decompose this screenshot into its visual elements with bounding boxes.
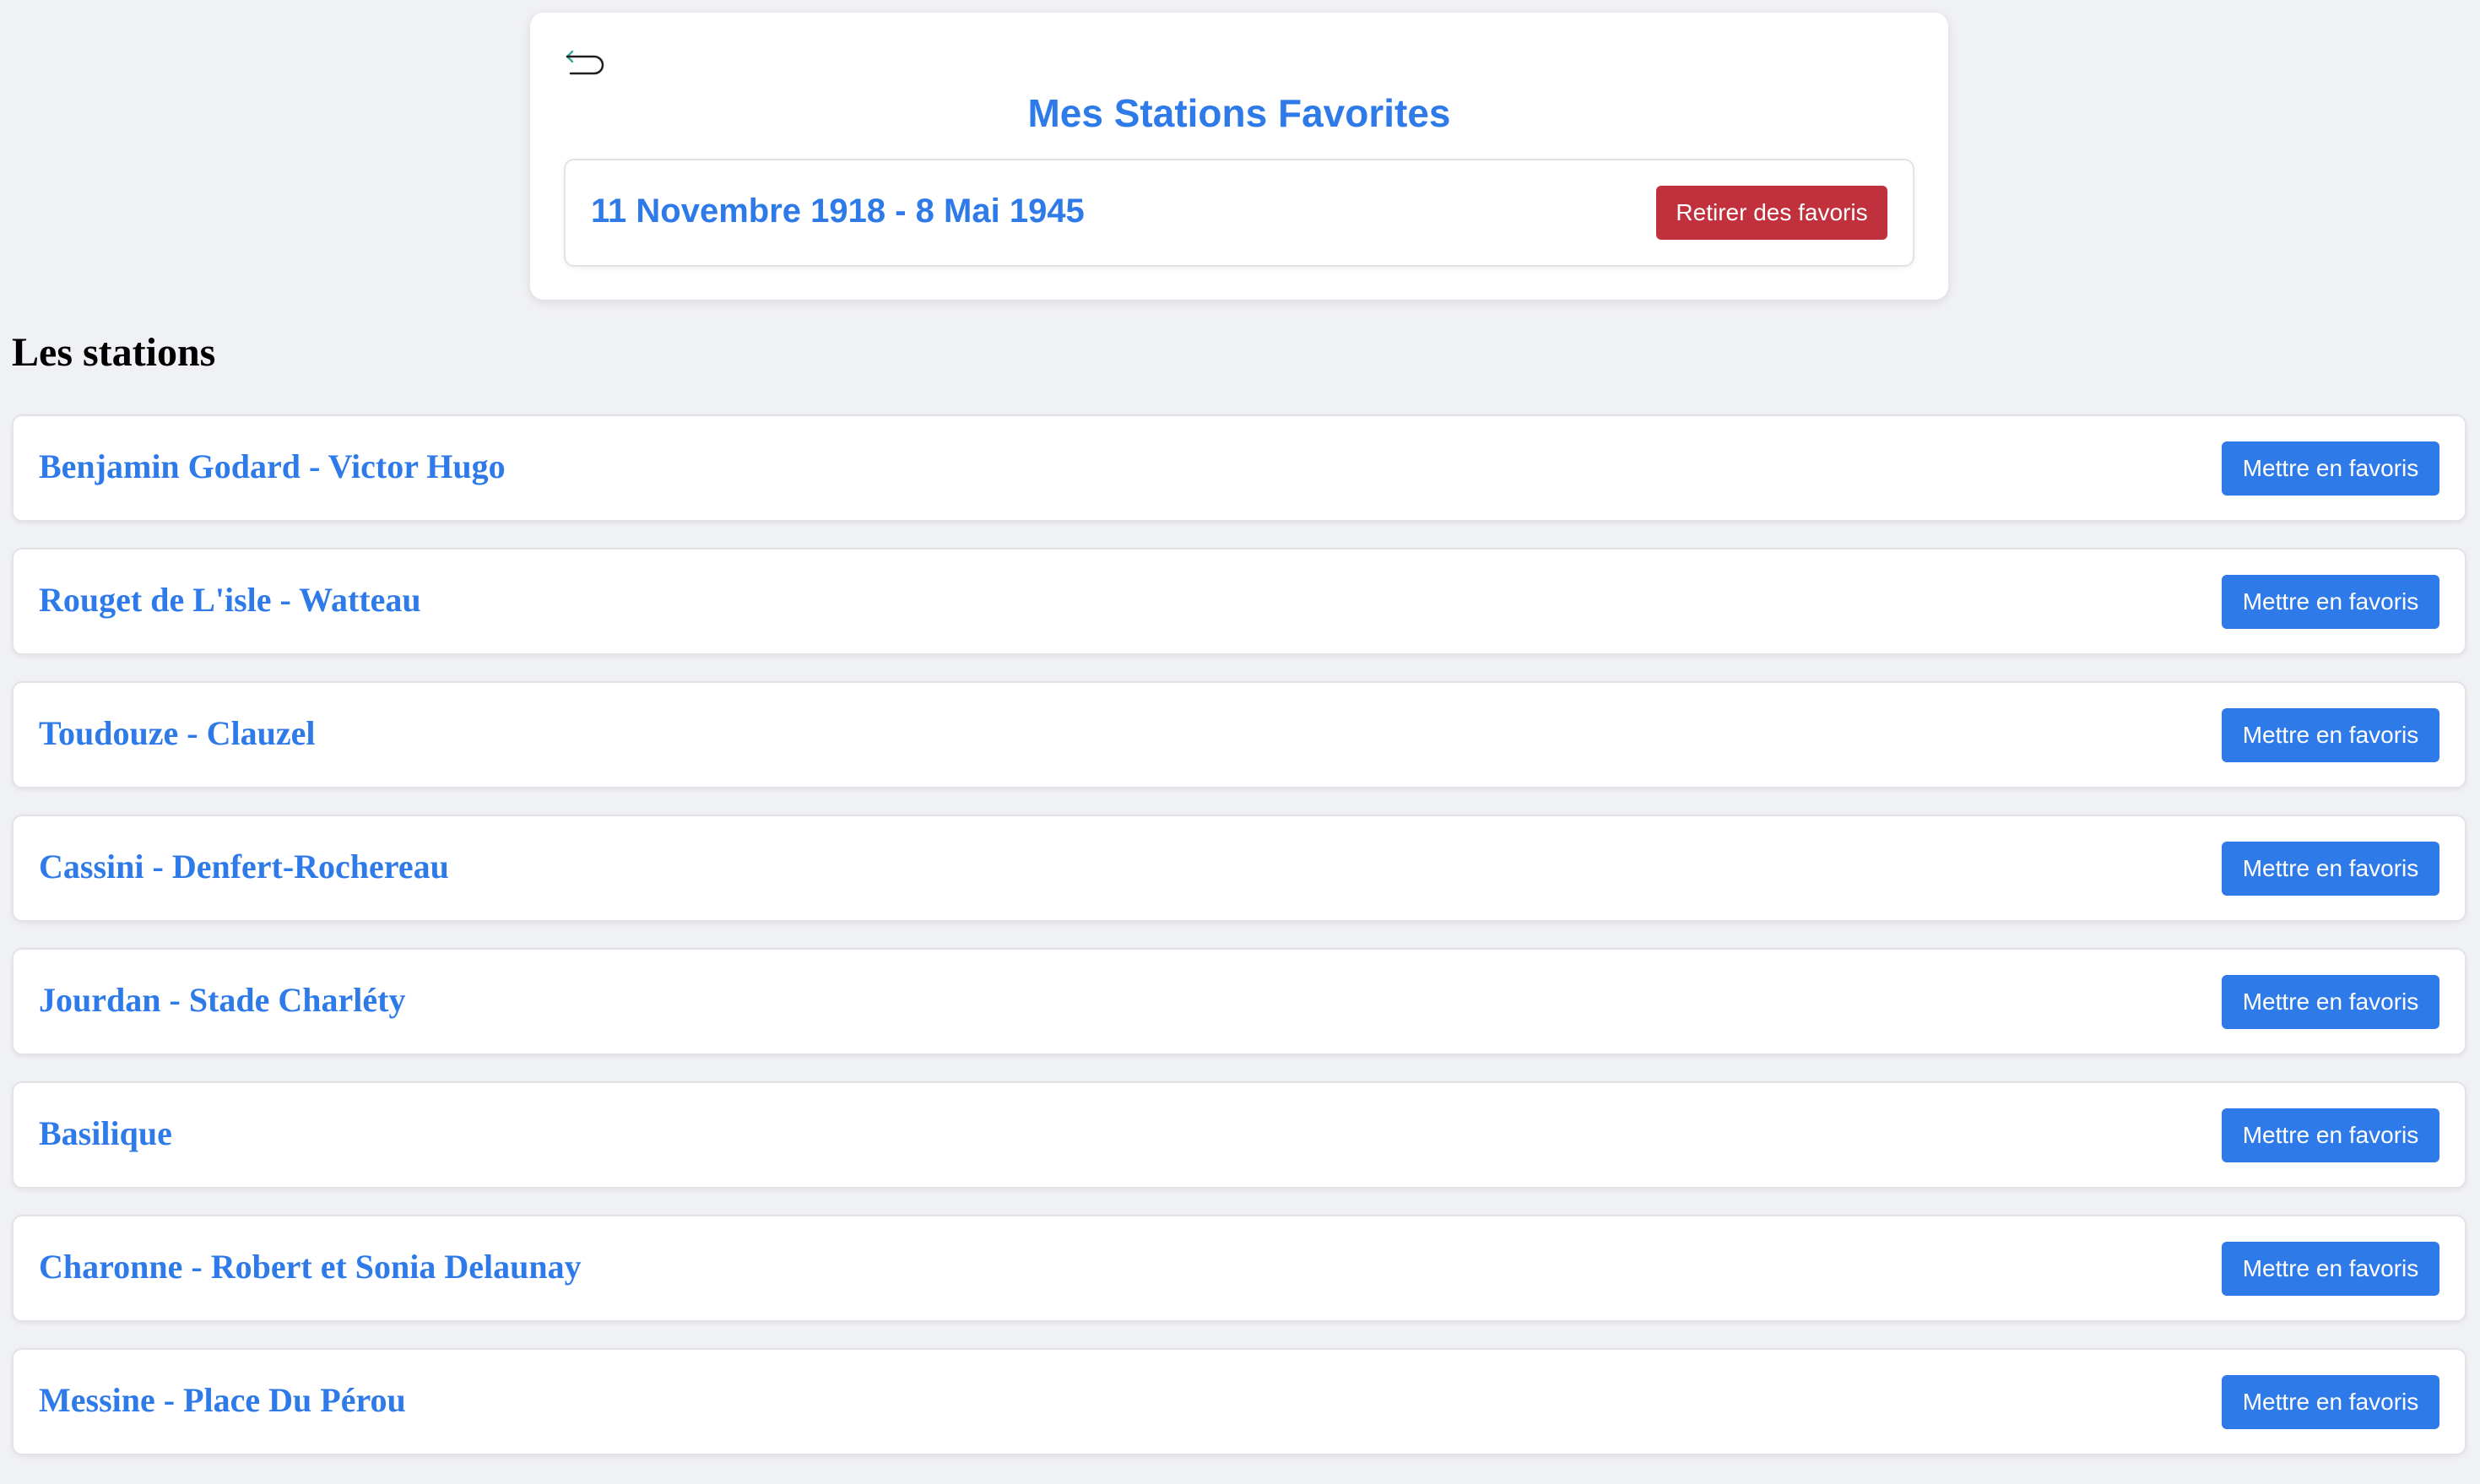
stations-section-title: Les stations [12, 330, 216, 375]
favorite-station-name: 11 Novembre 1918 - 8 Mai 1945 [591, 192, 1085, 230]
add-favorite-button[interactable]: Mettre en favoris [2222, 1242, 2439, 1296]
station-name: Basilique [39, 1114, 172, 1152]
station-card: Messine - Place Du Pérou Mettre en favor… [12, 1348, 2466, 1455]
station-name: Toudouze - Clauzel [39, 714, 316, 752]
station-card: Benjamin Godard - Victor Hugo Mettre en … [12, 414, 2466, 522]
add-favorite-button[interactable]: Mettre en favoris [2222, 975, 2439, 1029]
favorites-title: Mes Stations Favorites [1027, 91, 1451, 135]
station-card: Basilique Mettre en favoris [12, 1081, 2466, 1189]
station-card: Rouget de L'isle - Watteau Mettre en fav… [12, 548, 2466, 655]
station-name: Charonne - Robert et Sonia Delaunay [39, 1248, 582, 1286]
station-card: Jourdan - Stade Charléty Mettre en favor… [12, 948, 2466, 1055]
back-button[interactable] [564, 43, 611, 90]
favorites-panel: Mes Stations Favorites 11 Novembre 1918 … [530, 13, 1948, 300]
station-name: Cassini - Denfert-Rochereau [39, 848, 449, 886]
remove-favorite-button[interactable]: Retirer des favoris [1656, 186, 1887, 240]
station-list: Benjamin Godard - Victor Hugo Mettre en … [12, 414, 2466, 1481]
add-favorite-button[interactable]: Mettre en favoris [2222, 708, 2439, 762]
station-card: Cassini - Denfert-Rochereau Mettre en fa… [12, 815, 2466, 922]
station-card: Toudouze - Clauzel Mettre en favoris [12, 681, 2466, 788]
station-name: Benjamin Godard - Victor Hugo [39, 447, 506, 485]
add-favorite-button[interactable]: Mettre en favoris [2222, 441, 2439, 496]
station-name: Messine - Place Du Pérou [39, 1381, 406, 1419]
station-card: Charonne - Robert et Sonia Delaunay Mett… [12, 1215, 2466, 1322]
back-arrow-icon [564, 43, 611, 90]
add-favorite-button[interactable]: Mettre en favoris [2222, 842, 2439, 896]
add-favorite-button[interactable]: Mettre en favoris [2222, 1375, 2439, 1429]
add-favorite-button[interactable]: Mettre en favoris [2222, 1108, 2439, 1162]
add-favorite-button[interactable]: Mettre en favoris [2222, 575, 2439, 629]
station-name: Rouget de L'isle - Watteau [39, 581, 421, 619]
station-name: Jourdan - Stade Charléty [39, 981, 406, 1019]
favorite-station-card: 11 Novembre 1918 - 8 Mai 1945 Retirer de… [564, 159, 1914, 267]
